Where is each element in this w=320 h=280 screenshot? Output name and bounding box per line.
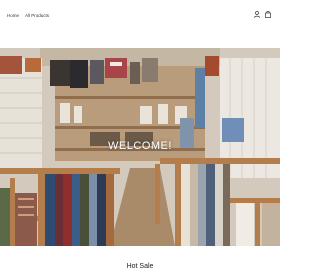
site-header: Home All Products bbox=[0, 0, 280, 40]
header-icons bbox=[254, 11, 271, 18]
nav-home-link[interactable]: Home bbox=[7, 13, 19, 18]
hero-title: WELCOME! bbox=[108, 140, 172, 152]
shopping-bag-icon[interactable] bbox=[265, 11, 271, 18]
main-nav: Home All Products bbox=[7, 13, 49, 18]
user-icon[interactable] bbox=[254, 11, 260, 18]
section-title-hot-sale: Hot Sale bbox=[126, 263, 154, 270]
hero-banner[interactable]: WELCOME! bbox=[0, 48, 280, 246]
nav-all-products-link[interactable]: All Products bbox=[25, 13, 49, 18]
